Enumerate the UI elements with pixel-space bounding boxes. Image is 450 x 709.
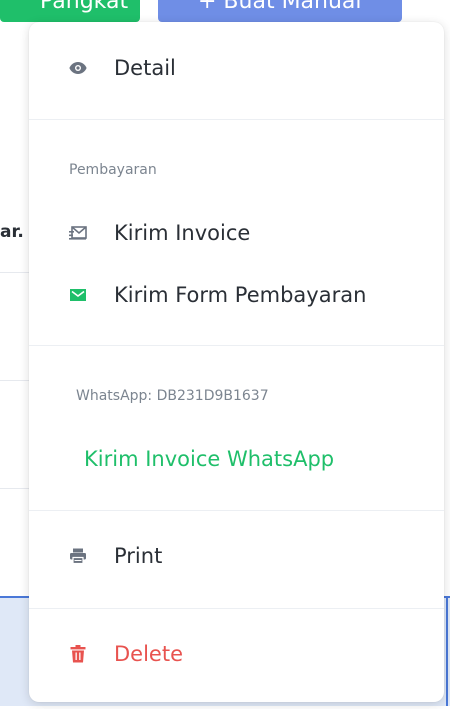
print-icon	[69, 547, 87, 565]
whatsapp-number-label: WhatsApp: DB231D9B1637	[76, 388, 269, 404]
delete-menu-item-label: Delete	[114, 642, 183, 666]
detail-menu-item-label: Detail	[114, 56, 176, 80]
kirim-invoice-menu-item-label: Kirim Invoice	[114, 221, 251, 245]
envelope-icon	[69, 286, 87, 304]
print-menu-item-label: Print	[114, 544, 163, 568]
menu-divider	[29, 345, 444, 346]
buat-manual-button[interactable]: + Buat Manual	[158, 0, 402, 22]
buat-manual-button-label: + Buat Manual	[198, 0, 362, 14]
menu-divider	[29, 608, 444, 609]
background-row-divider	[0, 380, 30, 381]
pembayaran-section-label: Pembayaran	[69, 162, 157, 178]
send-mail-icon	[69, 224, 87, 242]
pangkat-button-label: Pangkat	[40, 0, 129, 14]
print-menu-item[interactable]: Print	[69, 544, 162, 568]
kirim-invoice-whatsapp-link[interactable]: Kirim Invoice WhatsApp	[84, 447, 334, 471]
kirim-form-pembayaran-menu-item[interactable]: Kirim Form Pembayaran	[69, 283, 366, 307]
background-cell-text: ar.	[0, 222, 24, 242]
trash-icon	[69, 645, 87, 663]
background-row-divider	[0, 488, 30, 489]
pangkat-button[interactable]: Pangkat	[0, 0, 140, 22]
eye-icon	[69, 59, 87, 77]
kirim-invoice-menu-item[interactable]: Kirim Invoice	[69, 221, 250, 245]
menu-divider	[29, 510, 444, 511]
menu-divider	[29, 119, 444, 120]
actions-dropdown-menu: Detail Pembayaran Kirim Invoice Kirim Fo…	[29, 22, 444, 702]
kirim-form-pembayaran-menu-item-label: Kirim Form Pembayaran	[114, 283, 367, 307]
screen: Pangkat + Buat Manual ar. Detail Pembaya…	[0, 0, 450, 709]
background-selected-row-border-right	[446, 596, 448, 706]
detail-menu-item[interactable]: Detail	[69, 56, 176, 80]
delete-menu-item[interactable]: Delete	[69, 642, 183, 666]
background-row-divider	[0, 272, 30, 273]
